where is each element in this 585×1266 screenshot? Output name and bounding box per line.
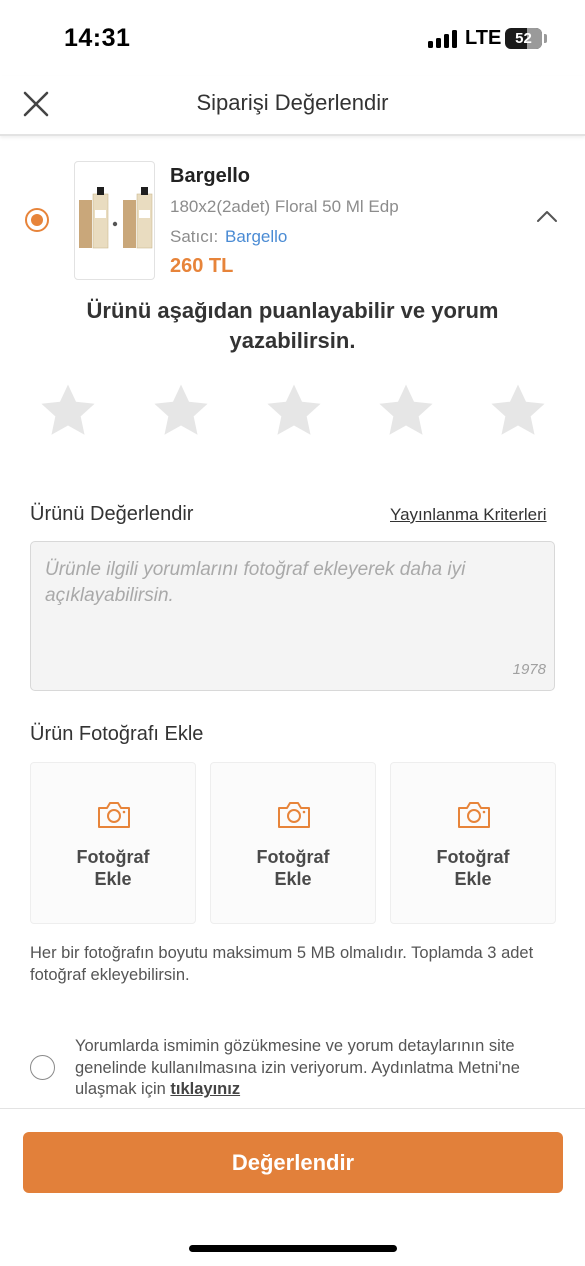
battery-level: 52: [515, 30, 532, 47]
add-photo-button-2[interactable]: Fotoğraf Ekle: [210, 762, 376, 924]
consent-text: Yorumlarda ismimin gözükmesine ve yorum …: [75, 1037, 520, 1098]
char-counter: 1978: [512, 661, 546, 678]
home-indicator: [189, 1245, 397, 1252]
rating-prompt: Ürünü aşağıdan puanlayabilir ve yorum ya…: [86, 298, 499, 353]
divider: [0, 1108, 585, 1109]
product-card: Bargello 180x2(2adet) Floral 50 Ml Edp S…: [0, 150, 585, 285]
submit-review-button[interactable]: Değerlendir: [23, 1132, 563, 1193]
review-textarea[interactable]: Ürünle ilgili yorumlarını fotoğraf ekley…: [30, 541, 555, 691]
star-icon-3[interactable]: [263, 380, 325, 442]
product-price: 260 TL: [170, 255, 234, 277]
chevron-up-icon[interactable]: [535, 208, 559, 224]
network-type: LTE: [465, 27, 502, 49]
camera-icon: [456, 800, 492, 830]
seller-link[interactable]: Bargello: [225, 227, 287, 247]
page-title: Siparişi Değerlendir: [196, 90, 389, 115]
add-photo-button-1[interactable]: Fotoğraf Ekle: [30, 762, 196, 924]
nav-bar: Siparişi Değerlendir: [0, 76, 585, 136]
add-photo-label: Fotoğraf: [76, 847, 150, 867]
status-bar: 14:31 LTE 52: [0, 0, 585, 76]
add-photo-label: Fotoğraf: [436, 847, 510, 867]
consent-link[interactable]: tıklayınız: [170, 1080, 240, 1098]
camera-icon: [276, 800, 312, 830]
star-icon-1[interactable]: [37, 380, 99, 442]
star-icon-4[interactable]: [375, 380, 437, 442]
review-section-title: Ürünü Değerlendir: [30, 503, 194, 525]
product-name: Bargello: [170, 165, 251, 187]
camera-icon: [96, 800, 132, 830]
cellular-signal-icon: [428, 29, 460, 48]
consent-radio[interactable]: [30, 1055, 55, 1080]
photo-size-info: Her bir fotoğrafın boyutu maksimum 5 MB …: [30, 944, 534, 984]
star-icon-2[interactable]: [150, 380, 212, 442]
product-description: 180x2(2adet) Floral 50 Ml Edp: [170, 197, 399, 216]
star-rating: [0, 380, 585, 446]
star-icon-5[interactable]: [487, 380, 549, 442]
publishing-criteria-link[interactable]: Yayınlanma Kriterleri: [390, 505, 547, 525]
add-photo-label: Fotoğraf: [256, 847, 330, 867]
product-radio[interactable]: [25, 208, 49, 232]
product-image: [74, 161, 155, 280]
add-photo-button-3[interactable]: Fotoğraf Ekle: [390, 762, 556, 924]
photo-section-title: Ürün Fotoğrafı Ekle: [30, 723, 204, 745]
seller-label: Satıcı:: [170, 227, 219, 246]
review-placeholder: Ürünle ilgili yorumlarını fotoğraf ekley…: [45, 559, 466, 606]
status-time: 14:31: [64, 24, 131, 52]
